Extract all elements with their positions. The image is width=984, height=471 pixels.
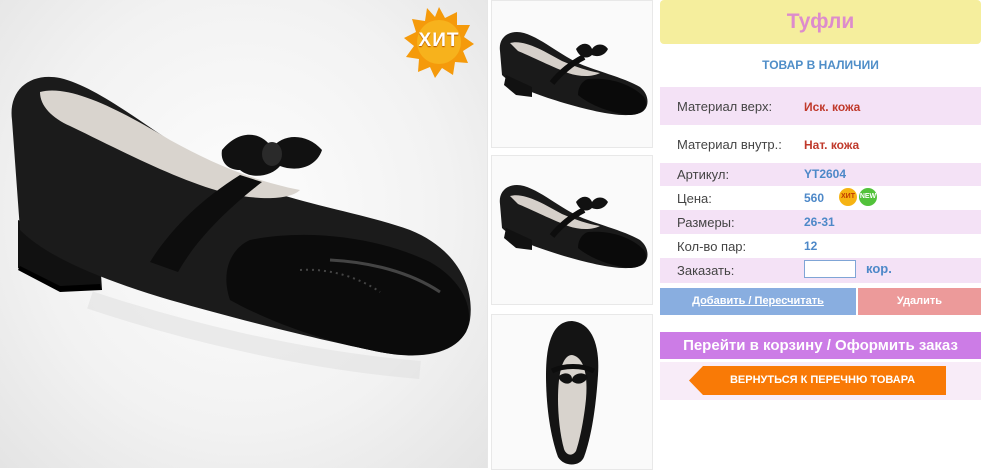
hit-mini-badge-icon: ХИТ: [839, 188, 857, 206]
back-to-list-button[interactable]: ВЕРНУТЬСЯ К ПЕРЕЧНЮ ТОВАРА: [689, 366, 946, 395]
order-label: Заказать:: [677, 263, 735, 278]
order-unit: кор.: [866, 261, 892, 276]
spec-value: Нат. кожа: [804, 138, 860, 152]
spec-row-pairs: Кол-во пар: 12: [660, 234, 981, 258]
spec-row-material-upper: Материал верх: Иск. кожа: [660, 87, 981, 125]
back-area: ВЕРНУТЬСЯ К ПЕРЕЧНЮ ТОВАРА: [660, 362, 981, 400]
spec-label: Материал внутр.:: [677, 137, 782, 152]
spec-row-article: Артикул: YT2604: [660, 163, 981, 186]
spec-row-sizes: Размеры: 26-31: [660, 210, 981, 234]
spec-label: Материал верх:: [677, 99, 773, 114]
spec-value: 26-31: [804, 215, 835, 229]
shoe-side-photo-icon: [499, 184, 648, 269]
spec-label: Размеры:: [677, 215, 735, 230]
spec-value: 560: [804, 191, 825, 205]
add-recalculate-button[interactable]: Добавить / Пересчитать: [660, 288, 856, 315]
spec-value: Иск. кожа: [804, 100, 861, 114]
product-title: Туфли: [660, 0, 981, 44]
spec-label: Кол-во пар:: [677, 239, 747, 254]
go-to-cart-button[interactable]: Перейти в корзину / Оформить заказ: [660, 332, 981, 359]
thumbnail-2[interactable]: [491, 155, 653, 305]
thumbnail-1[interactable]: [491, 0, 653, 148]
new-mini-badge-icon: NEW: [859, 188, 877, 206]
shoe-top-photo-icon: [546, 321, 599, 465]
spec-row-material-inner: Материал внутр.: Нат. кожа: [660, 125, 981, 163]
main-product-photo[interactable]: ХИТ: [0, 0, 488, 468]
spec-value: YT2604: [804, 167, 847, 181]
spec-value: 12: [804, 239, 818, 253]
hit-badge: ХИТ: [403, 6, 475, 78]
stock-status: ТОВАР В НАЛИЧИИ: [762, 58, 879, 72]
hit-badge-label: ХИТ: [418, 30, 460, 51]
back-to-list-label: ВЕРНУТЬСЯ К ПЕРЕЧНЮ ТОВАРА: [729, 374, 916, 386]
spec-label: Артикул:: [677, 167, 730, 182]
spec-row-price: Цена: 560 ХИТ NEW: [660, 186, 981, 210]
order-row: Заказать: кор.: [660, 258, 981, 283]
thumbnail-3[interactable]: [491, 314, 653, 470]
spec-label: Цена:: [677, 191, 712, 206]
order-quantity-input[interactable]: [804, 260, 856, 278]
delete-button[interactable]: Удалить: [858, 288, 981, 315]
shoe-side-photo-icon: [499, 31, 648, 116]
